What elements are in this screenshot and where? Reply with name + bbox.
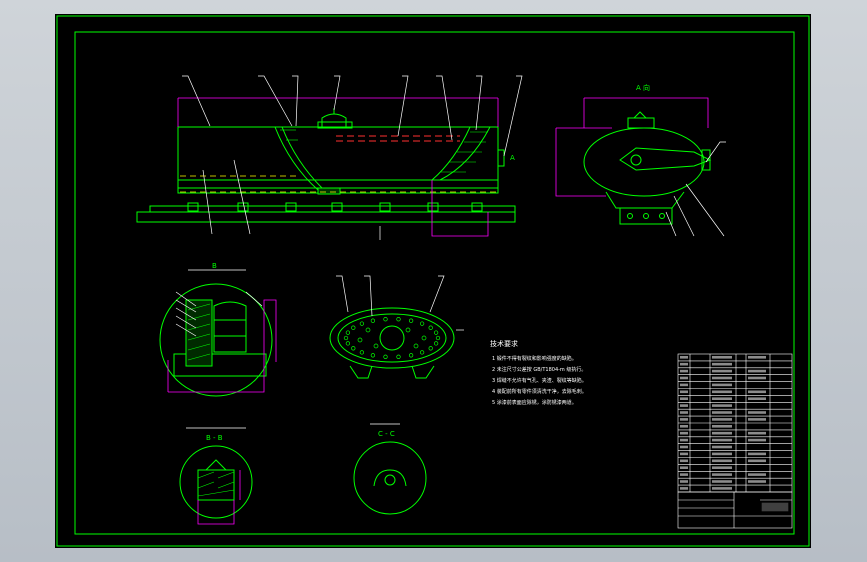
- parts-list-cell-text: [712, 418, 732, 421]
- parts-list-cell-text: [680, 418, 688, 421]
- parts-list-cell-text: [712, 397, 732, 400]
- label-section-b: B - B: [206, 434, 223, 442]
- label-view-b: B: [212, 262, 217, 270]
- parts-list-cell-text: [680, 438, 688, 442]
- cad-drawing[interactable]: A A 向 B B - B C - C 技术要求 1 锻件不得有裂纹和影响强度的…: [0, 0, 867, 562]
- parts-list-cell-text: [748, 369, 766, 373]
- parts-list-cell-text: [680, 404, 688, 407]
- tech-note-4: 4 装配前所有零件须清洗干净，去除毛刺。: [492, 388, 587, 395]
- parts-list-cell-text: [712, 438, 732, 442]
- parts-list-cell-text: [712, 362, 732, 366]
- parts-list-cell-text: [712, 452, 732, 456]
- parts-list-cell-text: [680, 383, 688, 387]
- parts-list-cell-text: [712, 411, 732, 414]
- parts-list-cell-text: [712, 459, 732, 463]
- parts-list-cell-text: [712, 376, 732, 380]
- parts-list-cell-text: [748, 390, 766, 394]
- parts-list-cell-text: [680, 356, 688, 359]
- parts-list-cell-text: [712, 425, 732, 428]
- parts-list-cell-text: [748, 480, 766, 483]
- parts-list-cell-text: [748, 438, 766, 442]
- parts-list-cell-text: [748, 376, 766, 380]
- parts-list-cell-text: [712, 473, 732, 476]
- parts-list-cell-text: [712, 390, 732, 394]
- parts-list-cell-text: [748, 431, 766, 435]
- parts-list-cell-text: [748, 397, 766, 400]
- parts-list-cell-text: [748, 411, 766, 414]
- drawing-sheet: [55, 14, 811, 548]
- parts-list-cell-text: [680, 390, 688, 394]
- parts-list-cell-text: [680, 452, 688, 456]
- parts-list-cell-text: [680, 459, 688, 463]
- parts-list-cell-text: [680, 473, 688, 476]
- parts-list-cell-text: [680, 411, 688, 414]
- parts-list-cell-text: [680, 397, 688, 400]
- tech-note-2: 2 未注尺寸公差按 GB/T1804-m 级执行。: [492, 366, 586, 373]
- label-view-detail: A 向: [636, 83, 650, 92]
- parts-list-table: [677, 353, 793, 493]
- parts-list-cell-text: [712, 369, 732, 373]
- label-view-a-side: A: [510, 154, 515, 162]
- tech-note-3: 3 焊缝不允许有气孔、夹渣、裂纹等缺陷。: [492, 377, 587, 384]
- parts-list-cell-text: [680, 445, 688, 449]
- parts-list-cell-text: [680, 376, 688, 380]
- parts-list-cell-text: [712, 480, 732, 483]
- cad-viewport[interactable]: A A 向 B B - B C - C 技术要求 1 锻件不得有裂纹和影响强度的…: [0, 0, 867, 562]
- parts-list-cell-text: [712, 487, 732, 490]
- parts-list-cell-text: [680, 431, 688, 435]
- parts-list-cell-text: [712, 466, 732, 469]
- parts-list-cell-text: [712, 404, 732, 407]
- parts-list-cell-text: [748, 459, 766, 463]
- label-section-c: C - C: [378, 430, 395, 438]
- parts-list-cell-text: [680, 480, 688, 483]
- parts-list-cell-text: [712, 431, 732, 435]
- parts-list-cell-text: [748, 418, 766, 421]
- parts-list-cell-text: [680, 425, 688, 428]
- parts-list-cell-text: [712, 445, 732, 449]
- tech-note-1: 1 锻件不得有裂纹和影响强度的缺陷。: [492, 355, 577, 362]
- tech-note-5: 5 涂漆前表面应除锈，涂防锈漆两道。: [492, 399, 577, 406]
- parts-list-cell-text: [680, 369, 688, 373]
- parts-list-cell-text: [712, 356, 732, 359]
- parts-list-cell-text: [680, 466, 688, 469]
- parts-list-cell-text: [680, 362, 688, 366]
- parts-list-cell-text: [748, 356, 766, 359]
- parts-list-cell-text: [748, 473, 766, 476]
- parts-list-cell-text: [680, 487, 688, 490]
- tech-requirements-title: 技术要求: [490, 339, 518, 348]
- parts-list-cell-text: [712, 383, 732, 387]
- parts-list-cell-text: [748, 452, 766, 456]
